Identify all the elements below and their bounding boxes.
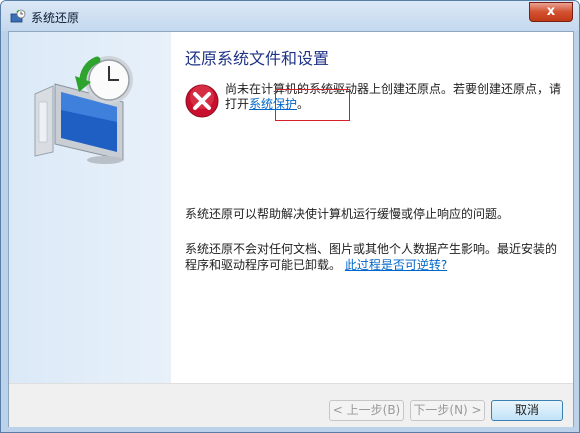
- cancel-button[interactable]: 取消: [491, 400, 563, 421]
- system-restore-window: 系统还原 x 还原系统文件和设置 尚未在计算机的系统驱动器上创建还原点。若要创建…: [0, 0, 580, 433]
- annotation-highlight-box: [275, 89, 350, 121]
- close-button[interactable]: x: [529, 2, 573, 22]
- title-bar[interactable]: 系统还原 x: [1, 1, 579, 31]
- reversible-link[interactable]: 此过程是否可逆转?: [345, 258, 447, 272]
- system-restore-clock-monitor-icon: [34, 56, 133, 164]
- button-bar: < 上一步(B) 下一步(N) > 取消: [9, 383, 573, 427]
- system-restore-icon: [10, 9, 26, 23]
- dialog-client-area: 还原系统文件和设置 尚未在计算机的系统驱动器上创建还原点。若要创建还原点，请打开…: [8, 31, 574, 427]
- page-title: 还原系统文件和设置: [185, 49, 330, 68]
- back-button[interactable]: < 上一步(B): [329, 400, 404, 421]
- description-text: 系统还原可以帮助解决使计算机运行缓慢或停止响应的问题。: [185, 207, 510, 221]
- window-title: 系统还原: [31, 11, 80, 25]
- main-content-pane: 还原系统文件和设置 尚未在计算机的系统驱动器上创建还原点。若要创建还原点，请打开…: [171, 32, 573, 383]
- left-graphic-pane: [9, 32, 171, 383]
- next-button[interactable]: 下一步(N) >: [410, 400, 485, 421]
- impact-description: 系统还原不会对任何文档、图片或其他个人数据产生影响。最近安装的程序和驱动程序可能…: [185, 241, 567, 273]
- error-x-icon: [185, 84, 219, 118]
